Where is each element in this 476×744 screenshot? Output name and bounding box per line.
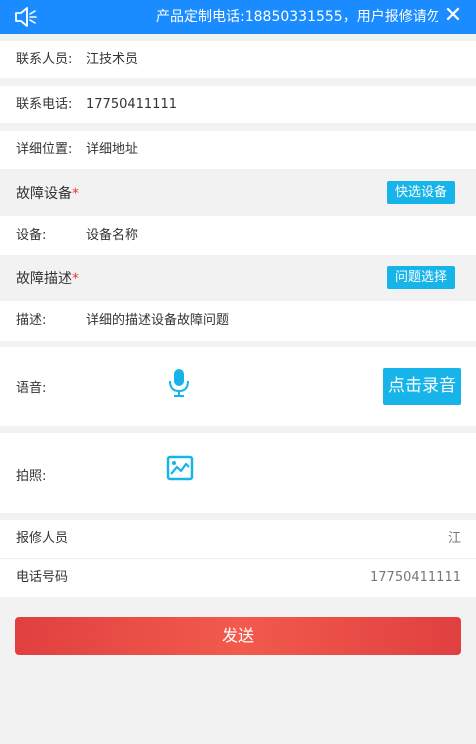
description-row: 描述: 详细的描述设备故障问题 [0,301,476,341]
required-mark: * [72,186,79,202]
contact-phone-value[interactable]: 17750411111 [86,86,177,123]
device-section-title: 故障设备* [16,183,79,203]
send-button[interactable]: 发送 [15,617,461,655]
reporter-name-value[interactable]: 江 [448,520,461,558]
speaker-icon[interactable] [14,6,38,28]
quick-select-device-button[interactable]: 快选设备 [387,181,455,204]
required-mark: * [72,271,79,287]
problem-select-button[interactable]: 问题选择 [387,266,455,289]
contact-phone-row: 联系电话: 17750411111 [0,86,476,123]
contact-person-row: 联系人员: 江技术员 [0,41,476,78]
notice-text: 产品定制电话:18850331555，用户报修请勿拨打 [156,9,438,25]
reporter-phone-value[interactable]: 17750411111 [370,559,461,597]
device-row: 设备: 设备名称 [0,216,476,255]
device-value[interactable]: 设备名称 [86,216,138,255]
address-value[interactable]: 详细地址 [86,131,138,169]
device-title-text: 故障设备 [16,186,72,202]
notice-bar: 产品定制电话:18850331555，用户报修请勿拨打 ✕ [0,0,476,34]
fault-title-text: 故障描述 [16,271,72,287]
photo-row: 拍照: [0,433,476,513]
reporter-phone-row: 电话号码 17750411111 [0,559,476,597]
address-row: 详细位置: 详细地址 [0,131,476,169]
reporter-name-label: 报修人员 [16,531,69,546]
fault-section-header: 故障描述* 问题选择 [0,256,476,300]
address-label: 详细位置: [16,142,73,157]
microphone-icon[interactable] [167,368,191,398]
device-label: 设备: [16,228,47,243]
photo-label: 拍照: [16,469,47,484]
image-icon[interactable] [166,455,194,481]
reporter-name-row: 报修人员 江 [0,520,476,559]
fault-section-title: 故障描述* [16,268,79,288]
device-section-header: 故障设备* 快选设备 [0,170,476,215]
reporter-phone-label: 电话号码 [16,570,69,585]
record-button[interactable]: 点击录音 [383,368,461,405]
voice-label: 语音: [16,381,47,396]
voice-row: 语音: 点击录音 [0,347,476,426]
contact-person-value[interactable]: 江技术员 [86,41,138,78]
contact-phone-label: 联系电话: [16,97,73,112]
description-label: 描述: [16,313,47,328]
contact-person-label: 联系人员: [16,52,73,67]
description-value[interactable]: 详细的描述设备故障问题 [86,301,229,341]
close-icon[interactable]: ✕ [442,5,464,27]
